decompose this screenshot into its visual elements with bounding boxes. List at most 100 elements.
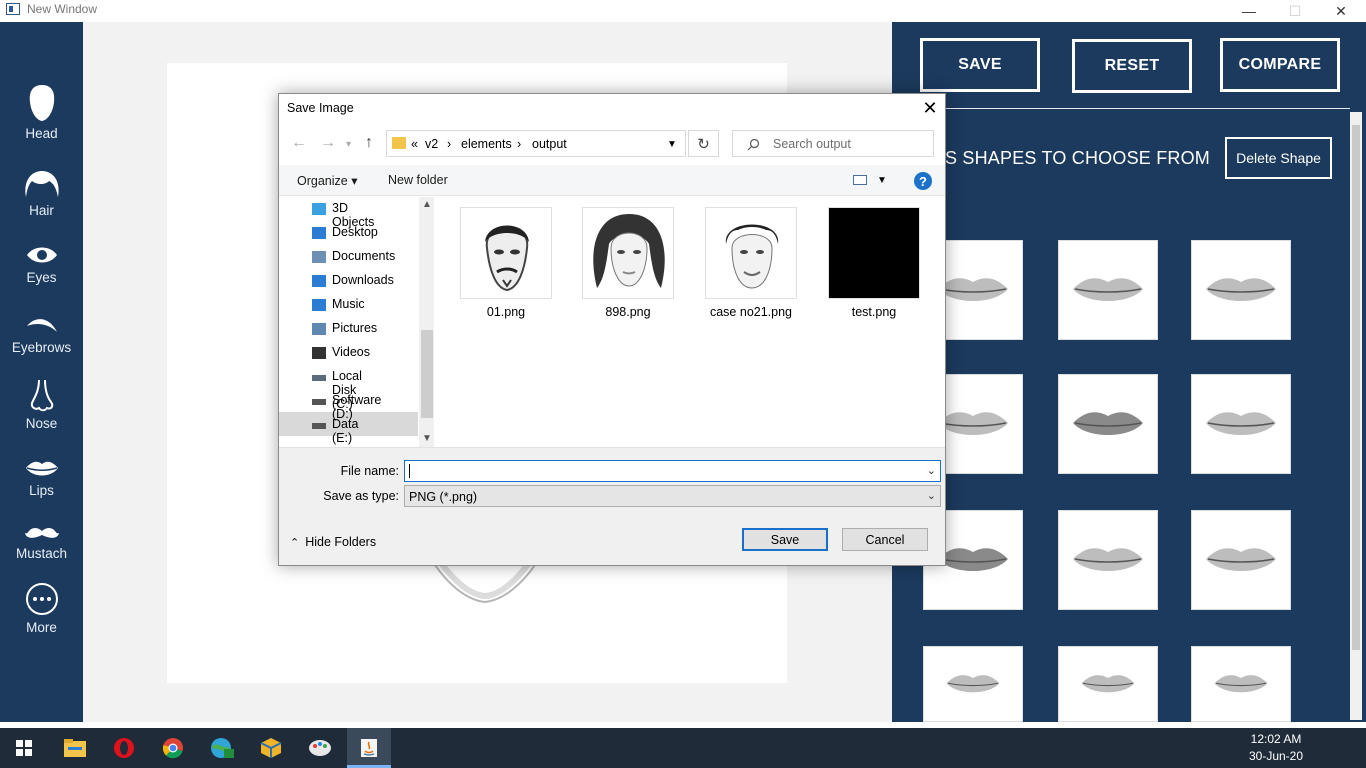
nav-label-nose: Nose [25, 416, 58, 431]
nav-item-hair[interactable]: Hair [0, 169, 83, 218]
nose-icon [30, 379, 53, 412]
app-icon[interactable] [202, 728, 242, 768]
drive-icon [312, 423, 326, 429]
file-item[interactable]: case no21.png [705, 207, 797, 319]
chevron-up-icon: ⌃ [290, 537, 300, 549]
file-item[interactable]: 01.png [460, 207, 552, 319]
minimize-button[interactable]: — [1226, 0, 1272, 22]
close-window-button[interactable]: ✕ [1318, 0, 1364, 22]
search-icon [747, 138, 760, 151]
dialog-cancel-button[interactable]: Cancel [842, 528, 928, 551]
new-folder-button[interactable]: New folder [388, 173, 448, 187]
nav-label-eyes: Eyes [26, 270, 57, 285]
save-button[interactable]: SAVE [920, 38, 1040, 92]
java-icon[interactable] [347, 728, 391, 768]
more-icon [25, 583, 58, 615]
window-title-bar: New Window — ☐ ✕ [0, 0, 1366, 22]
tree-item[interactable]: Music [332, 297, 365, 311]
reset-button[interactable]: RESET [1072, 39, 1192, 93]
refresh-button[interactable]: ↻ [688, 130, 719, 157]
tree-item[interactable]: Desktop [332, 225, 378, 239]
chrome-icon[interactable] [153, 728, 193, 768]
lip-shape-tile[interactable] [1191, 646, 1291, 722]
back-arrow-icon[interactable]: ← [291, 134, 307, 152]
nav-item-nose[interactable]: Nose [0, 378, 83, 431]
nav-item-eyebrows[interactable]: Eyebrows [0, 314, 83, 355]
nav-item-head[interactable]: Head [0, 84, 83, 141]
hair-icon [24, 171, 59, 197]
paint-app-icon[interactable] [300, 728, 340, 768]
nav-item-lips[interactable]: Lips [0, 459, 83, 498]
breadcrumb-v2[interactable]: v2 [425, 137, 438, 151]
nav-item-eyes[interactable]: Eyes [0, 244, 83, 285]
start-icon[interactable] [4, 728, 44, 768]
help-icon[interactable]: ? [914, 172, 932, 190]
tree-scroll-thumb[interactable] [421, 330, 433, 418]
file-name-label: File name: [340, 464, 399, 478]
lip-shape-tile[interactable] [1058, 374, 1158, 474]
file-name-label: 898.png [605, 305, 651, 319]
chevron-down-icon: ⌄ [926, 490, 936, 502]
text-cursor [409, 464, 410, 478]
maximize-button[interactable]: ☐ [1272, 0, 1318, 22]
nav-label-more: More [26, 620, 57, 635]
lip-shape-tile[interactable] [1058, 646, 1158, 722]
breadcrumb-overflow[interactable]: « [411, 137, 418, 151]
view-options-icon[interactable] [853, 175, 867, 185]
panel-scroll-thumb[interactable] [1352, 125, 1360, 650]
window-icon [6, 3, 20, 15]
file-explorer-icon[interactable] [55, 728, 95, 768]
lip-shape-tile[interactable] [1058, 240, 1158, 340]
lip-shape-tile[interactable] [923, 646, 1023, 722]
organize-menu[interactable]: Organize ▾ [297, 173, 357, 188]
nav-label-head: Head [25, 126, 58, 141]
tree-item[interactable]: Videos [332, 345, 370, 359]
file-name-input[interactable]: ⌄ [404, 460, 941, 482]
breadcrumb-elements[interactable]: elements [461, 137, 512, 151]
box-app-icon[interactable] [251, 728, 291, 768]
lips-icon [1206, 548, 1276, 571]
shapes-heading: S SHAPES TO CHOOSE FROM [945, 148, 1210, 168]
address-dropdown-icon[interactable]: ▼ [667, 139, 677, 150]
lip-shape-tile[interactable] [1191, 240, 1291, 340]
save-type-select[interactable]: PNG (*.png) ⌄ [404, 485, 941, 507]
scroll-up-icon[interactable]: ▲ [422, 199, 432, 210]
search-box[interactable]: Search output [732, 130, 934, 157]
lips-icon [1073, 278, 1143, 301]
tree-item[interactable]: Pictures [332, 321, 377, 335]
cube-icon [312, 203, 326, 215]
hide-folders-label: Hide Folders [305, 535, 377, 549]
tree-item[interactable]: Documents [332, 249, 395, 263]
nav-item-mustache[interactable]: Mustach [0, 526, 83, 561]
lips-icon [1214, 675, 1268, 693]
system-clock[interactable]: 12:02 AM 30-Jun-20 [1248, 731, 1304, 765]
view-dropdown-icon[interactable]: ▼ [877, 175, 887, 186]
address-bar[interactable]: « v2 › elements › output ▼ [386, 130, 686, 157]
compare-button[interactable]: COMPARE [1220, 38, 1340, 92]
hide-folders-toggle[interactable]: ⌃ Hide Folders [290, 535, 376, 549]
save-type-value: PNG (*.png) [409, 490, 478, 504]
lip-shape-tile[interactable] [1058, 510, 1158, 610]
file-item[interactable]: 898.png [582, 207, 674, 319]
up-arrow-icon[interactable]: ↑ [365, 134, 373, 152]
opera-icon[interactable] [104, 728, 144, 768]
black-thumbnail [828, 207, 920, 299]
delete-shape-button[interactable]: Delete Shape [1225, 137, 1332, 179]
lips-icon [946, 675, 1000, 693]
dialog-save-button[interactable]: Save [742, 528, 828, 551]
forward-arrow-icon[interactable]: → [320, 134, 336, 152]
nav-label-eyebrows: Eyebrows [11, 340, 72, 355]
file-item[interactable]: test.png [828, 207, 920, 319]
breadcrumb-output[interactable]: output [532, 137, 567, 151]
recent-dropdown-icon[interactable]: ▾ [346, 139, 351, 150]
scroll-down-icon[interactable]: ▼ [422, 433, 432, 444]
tree-item[interactable]: Downloads [332, 273, 394, 287]
chevron-down-icon[interactable]: ⌄ [927, 464, 936, 477]
nav-item-more[interactable]: More [0, 582, 83, 635]
folder-icon [392, 137, 406, 149]
lip-shape-tile[interactable] [1191, 374, 1291, 474]
lip-shape-tile[interactable] [1191, 510, 1291, 610]
dialog-close-button[interactable]: ✕ [916, 96, 944, 120]
tree-item[interactable]: Data (E:) [332, 417, 358, 445]
drive-icon [312, 399, 326, 405]
